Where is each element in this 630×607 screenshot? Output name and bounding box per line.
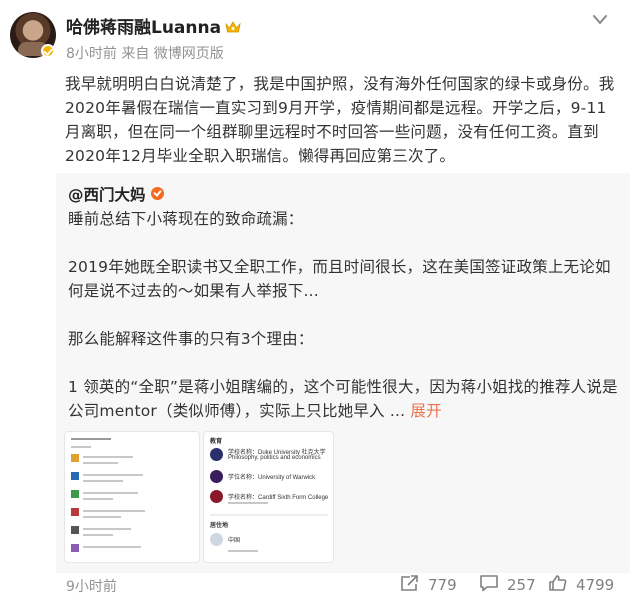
- thumb-footer-label: 居住地: [210, 523, 229, 529]
- retweet-author-name[interactable]: @西门大妈: [68, 186, 146, 204]
- comment-count: 257: [507, 576, 536, 594]
- retweet-author[interactable]: @西门大妈: [68, 183, 164, 205]
- like-icon: [548, 574, 576, 596]
- thumb-row: Philosophy, politics and economics: [228, 455, 321, 461]
- location-icon: [210, 533, 223, 546]
- retweet-paragraph: 那么能解释这件事的只有3个理由：: [68, 330, 314, 348]
- thumb-row: 学校名称：Cardiff Sixth Form College: [228, 495, 329, 501]
- more-menu-icon[interactable]: [591, 12, 609, 26]
- comment-button[interactable]: 257: [479, 574, 536, 596]
- post-text: 我早就明明白白说清楚了，我是中国护照，没有海外任何国家的绿卡或身份。我2020年…: [65, 75, 615, 165]
- forward-button[interactable]: 779: [400, 574, 457, 596]
- author-name-text[interactable]: 哈佛蒋雨融Luanna: [66, 18, 221, 38]
- image-thumbnail[interactable]: [64, 431, 200, 563]
- crown-icon: [225, 19, 241, 33]
- school-logo-icon: [210, 448, 223, 461]
- like-button[interactable]: 4799: [548, 574, 614, 596]
- author-name[interactable]: 哈佛蒋雨融Luanna: [66, 13, 241, 38]
- image-thumbnail[interactable]: 教育 学校名称：Duke University 杜克大学 Philosophy,…: [203, 431, 334, 563]
- verified-badge-icon: [41, 44, 55, 58]
- thumb-section-label: 教育: [210, 439, 223, 445]
- school-logo-icon: [210, 490, 223, 503]
- post-meta: 8小时前 来自 微博网页版: [66, 46, 224, 62]
- like-count: 4799: [576, 576, 615, 594]
- retweet-text: 睡前总结下小蒋现在的致命疏漏： 2019年她既全职读书又全职工作，而且时间很长，…: [68, 207, 624, 423]
- school-logo-icon: [210, 470, 223, 483]
- thumb-footer-value: 中国: [228, 538, 241, 544]
- retweet-paragraph: 1 领英的“全职”是蒋小姐瞎编的，这个可能性很大，因为蒋小姐找的推荐人说是公司m…: [68, 375, 624, 423]
- post-time[interactable]: 9小时前: [66, 576, 117, 596]
- retweet-paragraph-text: 1 领英的“全职”是蒋小姐瞎编的，这个可能性很大，因为蒋小姐找的推荐人说是公司m…: [68, 378, 618, 420]
- retweet-block[interactable]: @西门大妈 睡前总结下小蒋现在的致命疏漏： 2019年她既全职读书又全职工作，而…: [56, 173, 630, 573]
- retweet-paragraph: 2019年她既全职读书又全职工作，而且时间很长，这在美国签证政策上无论如何是说不…: [68, 258, 611, 300]
- thumb-row: 学位名称：University of Warwick: [228, 475, 316, 481]
- forward-count: 779: [428, 576, 457, 594]
- retweet-paragraph: 睡前总结下小蒋现在的致命疏漏：: [68, 210, 304, 228]
- weibo-post-card: 哈佛蒋雨融Luanna 8小时前 来自 微博网页版 我早就明明白白说清楚了，我是…: [0, 0, 630, 607]
- forward-icon: [400, 574, 428, 596]
- expand-link[interactable]: 展开: [410, 402, 441, 420]
- comment-icon: [479, 574, 507, 596]
- verified-badge-icon: [150, 187, 164, 200]
